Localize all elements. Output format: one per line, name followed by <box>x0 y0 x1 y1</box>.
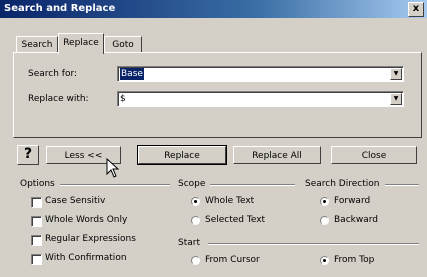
tab-goto[interactable]: Goto <box>104 36 142 53</box>
direction-group-title: Search Direction <box>305 179 380 189</box>
start-divider <box>208 243 419 245</box>
close-button-label: Close <box>361 151 387 161</box>
replace-all-button[interactable]: Replace All <box>233 146 321 164</box>
case-sensitive-label: Case Sensitiv <box>45 196 106 206</box>
mouse-pointer-icon <box>106 158 120 178</box>
direction-divider <box>385 184 419 186</box>
help-button[interactable]: ? <box>17 145 39 165</box>
whole-text-label: Whole Text <box>205 196 255 206</box>
options-group-title: Options <box>20 179 55 189</box>
chevron-down-icon[interactable]: ▼ <box>390 93 402 105</box>
backward-label: Backward <box>334 215 378 225</box>
case-sensitive-checkbox[interactable] <box>31 197 42 208</box>
less-button-label: Less << <box>64 151 103 161</box>
search-for-label: Search for: <box>28 69 78 79</box>
with-confirmation-label: With Confirmation <box>45 253 127 263</box>
replace-button-label: Replace <box>164 151 200 161</box>
backward-radio[interactable] <box>320 216 329 225</box>
from-cursor-label: From Cursor <box>205 255 260 265</box>
replace-button[interactable]: Replace <box>137 145 227 165</box>
start-group-title: Start <box>178 238 200 248</box>
selected-text-radio[interactable] <box>191 216 200 225</box>
tab-replace-label: Replace <box>63 38 99 48</box>
search-for-value: Base <box>120 68 144 80</box>
from-top-radio[interactable] <box>320 256 329 265</box>
close-button[interactable]: Close <box>331 146 417 164</box>
regular-expressions-label: Regular Expressions <box>45 234 136 244</box>
regular-expressions-checkbox[interactable] <box>31 235 42 246</box>
close-window-button[interactable]: x <box>408 2 424 17</box>
selected-text-label: Selected Text <box>205 215 266 225</box>
whole-text-radio[interactable] <box>191 197 200 206</box>
help-icon: ? <box>23 146 33 162</box>
scope-divider <box>210 184 295 186</box>
with-confirmation-checkbox[interactable] <box>31 254 42 265</box>
tab-goto-label: Goto <box>112 40 134 50</box>
chevron-down-icon[interactable]: ▼ <box>390 68 402 80</box>
whole-words-label: Whole Words Only <box>45 215 128 225</box>
replace-with-combo[interactable]: $ ▼ <box>117 91 404 107</box>
replace-all-button-label: Replace All <box>252 151 302 161</box>
tab-search[interactable]: Search <box>16 36 58 53</box>
from-cursor-radio[interactable] <box>191 256 200 265</box>
tab-replace[interactable]: Replace <box>58 33 104 54</box>
search-for-combo[interactable]: Base ▼ <box>117 66 404 82</box>
replace-with-value: $ <box>120 94 126 104</box>
forward-label: Forward <box>334 196 371 206</box>
replace-with-label: Replace with: <box>28 94 89 104</box>
forward-radio[interactable] <box>320 197 329 206</box>
whole-words-checkbox[interactable] <box>31 216 42 227</box>
close-icon: x <box>412 3 420 14</box>
tab-search-label: Search <box>21 40 53 50</box>
title-bar: Search and Replace x <box>0 0 427 18</box>
options-divider <box>60 184 170 186</box>
from-top-label: From Top <box>334 255 375 265</box>
window-title: Search and Replace <box>4 3 116 14</box>
scope-group-title: Scope <box>178 179 206 189</box>
